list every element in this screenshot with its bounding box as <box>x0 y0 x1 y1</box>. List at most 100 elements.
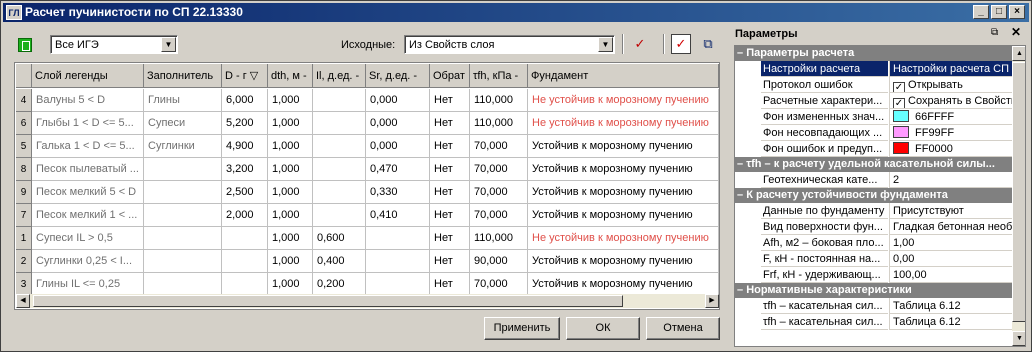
column-header[interactable]: Обрат <box>430 64 470 88</box>
close-button[interactable]: × <box>1009 5 1025 19</box>
prop-value-fon-errors[interactable]: FF0000 <box>889 141 1025 157</box>
row-number[interactable]: 8 <box>16 158 32 181</box>
scroll-left-icon[interactable]: ◀ <box>16 294 30 308</box>
table-cell-fund[interactable]: Устойчив к морозному пучению <box>528 250 719 273</box>
table-cell-layer[interactable]: Песок мелкий 1 < ... <box>32 204 144 227</box>
table-cell-dth[interactable]: 1,000 <box>268 204 313 227</box>
category-tfh[interactable]: – τfh – к расчету удельной касательной с… <box>735 157 1025 172</box>
row-number[interactable]: 1 <box>16 227 32 250</box>
prop-name-tfh1[interactable]: τfh – касательная сил... <box>761 298 888 314</box>
prop-value-tfh1[interactable]: Таблица 6.12 <box>889 298 1025 314</box>
chevron-down-icon[interactable]: ▼ <box>598 37 613 52</box>
table-cell-d[interactable] <box>222 273 268 296</box>
prop-value-calc-chars[interactable]: ✓ Сохранять в Свойства <box>889 93 1025 109</box>
cancel-button[interactable]: Отмена <box>646 317 720 340</box>
table-cell-sr[interactable]: 0,470 <box>366 158 430 181</box>
scrollbar-thumb[interactable] <box>33 295 623 307</box>
table-cell-sr[interactable]: 0,330 <box>366 181 430 204</box>
column-header[interactable]: Заполнитель <box>144 64 222 88</box>
prop-name-f[interactable]: F, кН - постоянная на... <box>761 251 888 267</box>
prop-name-settings[interactable]: Настройки расчета <box>761 61 888 77</box>
prop-value-tfh2[interactable]: Таблица 6.12 <box>889 314 1025 330</box>
table-cell-d[interactable]: 4,900 <box>222 135 268 158</box>
table-cell-filler[interactable] <box>144 227 222 250</box>
category-normative[interactable]: – Нормативные характеристики <box>735 283 1025 298</box>
prop-name-afh[interactable]: Afh, м2 – боковая пло... <box>761 235 888 251</box>
table-cell-filler[interactable] <box>144 250 222 273</box>
prop-name-tfh2[interactable]: τfh – касательная сил... <box>761 314 888 330</box>
table-cell-d[interactable]: 3,200 <box>222 158 268 181</box>
table-cell-obr[interactable]: Нет <box>430 112 470 135</box>
row-number[interactable]: 2 <box>16 250 32 273</box>
table-cell-filler[interactable]: Супеси <box>144 112 222 135</box>
table-cell-dth[interactable]: 1,000 <box>268 273 313 296</box>
prop-name-fon-mismatch[interactable]: Фон несовпадающих ... <box>761 125 888 141</box>
source-select[interactable]: Из Свойств слоя ▼ <box>404 35 615 54</box>
table-cell-tfh[interactable]: 110,000 <box>470 112 528 135</box>
table-cell-fund[interactable]: Не устойчив к морозному пучению <box>528 227 719 250</box>
table-cell-tfh[interactable]: 110,000 <box>470 89 528 112</box>
table-cell-d[interactable] <box>222 250 268 273</box>
table-cell-sr[interactable]: 0,000 <box>366 135 430 158</box>
minimize-button[interactable]: _ <box>973 5 989 19</box>
prop-name-surface[interactable]: Вид поверхности фун... <box>761 219 888 235</box>
table-cell-tfh[interactable]: 70,000 <box>470 204 528 227</box>
table-cell-fund[interactable]: Не устойчив к морозному пучению <box>528 89 719 112</box>
table-cell-tfh[interactable]: 90,000 <box>470 250 528 273</box>
table-cell-il[interactable] <box>313 135 366 158</box>
table-cell-layer[interactable]: Глыбы 1 < D <= 5... <box>32 112 144 135</box>
table-cell-il[interactable] <box>313 89 366 112</box>
table-cell-layer[interactable]: Галька 1 < D <= 5... <box>32 135 144 158</box>
scrollbar-thumb[interactable] <box>1012 62 1025 322</box>
table-cell-obr[interactable]: Нет <box>430 204 470 227</box>
table-cell-il[interactable]: 0,600 <box>313 227 366 250</box>
table-cell-sr[interactable] <box>366 227 430 250</box>
table-cell-fund[interactable]: Устойчив к морозному пучению <box>528 273 719 296</box>
table-cell-tfh[interactable]: 70,000 <box>470 135 528 158</box>
table-cell-filler[interactable]: Глины <box>144 89 222 112</box>
ok-button[interactable]: ОК <box>566 317 640 340</box>
prop-name-frf[interactable]: Frf, кН - удерживающ... <box>761 267 888 283</box>
table-cell-obr[interactable]: Нет <box>430 89 470 112</box>
row-number[interactable]: 5 <box>16 135 32 158</box>
prop-value-afh[interactable]: 1,00 <box>889 235 1025 251</box>
close-icon[interactable]: ✕ <box>1011 25 1021 39</box>
category-stability[interactable]: – К расчету устойчивости фундамента <box>735 188 1025 203</box>
prop-value-fdata[interactable]: Присутствуют <box>889 203 1025 219</box>
table-cell-dth[interactable]: 1,000 <box>268 158 313 181</box>
table-cell-tfh[interactable]: 70,000 <box>470 181 528 204</box>
table-cell-d[interactable]: 2,000 <box>222 204 268 227</box>
table-cell-dth[interactable]: 1,000 <box>268 181 313 204</box>
prop-value-frf[interactable]: 100,00 <box>889 267 1025 283</box>
table-cell-sr[interactable] <box>366 273 430 296</box>
table-cell-filler[interactable]: Суглинки <box>144 135 222 158</box>
scroll-right-icon[interactable]: ▶ <box>705 294 719 308</box>
table-cell-fund[interactable]: Устойчив к морозному пучению <box>528 158 719 181</box>
check-all-icon[interactable]: ✓ <box>671 34 691 54</box>
table-cell-il[interactable] <box>313 204 366 227</box>
table-cell-tfh[interactable]: 70,000 <box>470 273 528 296</box>
table-cell-il[interactable]: 0,400 <box>313 250 366 273</box>
title-bar[interactable]: ГЛ Расчет пучинистости по СП 22.13330 _ … <box>3 3 1029 22</box>
row-number[interactable]: 7 <box>16 204 32 227</box>
prop-value-f[interactable]: 0,00 <box>889 251 1025 267</box>
table-cell-dth[interactable]: 1,000 <box>268 112 313 135</box>
table-cell-il[interactable] <box>313 181 366 204</box>
table-cell-sr[interactable]: 0,000 <box>366 112 430 135</box>
column-header[interactable]: Фундамент <box>528 64 719 88</box>
table-cell-filler[interactable] <box>144 204 222 227</box>
copy-icon[interactable]: ⧉ <box>698 34 718 54</box>
column-header[interactable]: D - г ▽ <box>222 64 268 88</box>
prop-name-fon-changed[interactable]: Фон измененных знач... <box>761 109 888 125</box>
table-cell-fund[interactable]: Устойчив к морозному пучению <box>528 135 719 158</box>
table-cell-fund[interactable]: Устойчив к морозному пучению <box>528 181 719 204</box>
table-cell-filler[interactable] <box>144 181 222 204</box>
table-cell-obr[interactable]: Нет <box>430 273 470 296</box>
table-cell-d[interactable]: 5,200 <box>222 112 268 135</box>
table-cell-tfh[interactable]: 70,000 <box>470 158 528 181</box>
table-cell-obr[interactable]: Нет <box>430 158 470 181</box>
prop-name-geo[interactable]: Геотехническая кате... <box>761 172 888 188</box>
apply-button[interactable]: Применить <box>484 317 560 340</box>
table-cell-sr[interactable] <box>366 250 430 273</box>
table-cell-dth[interactable]: 1,000 <box>268 250 313 273</box>
